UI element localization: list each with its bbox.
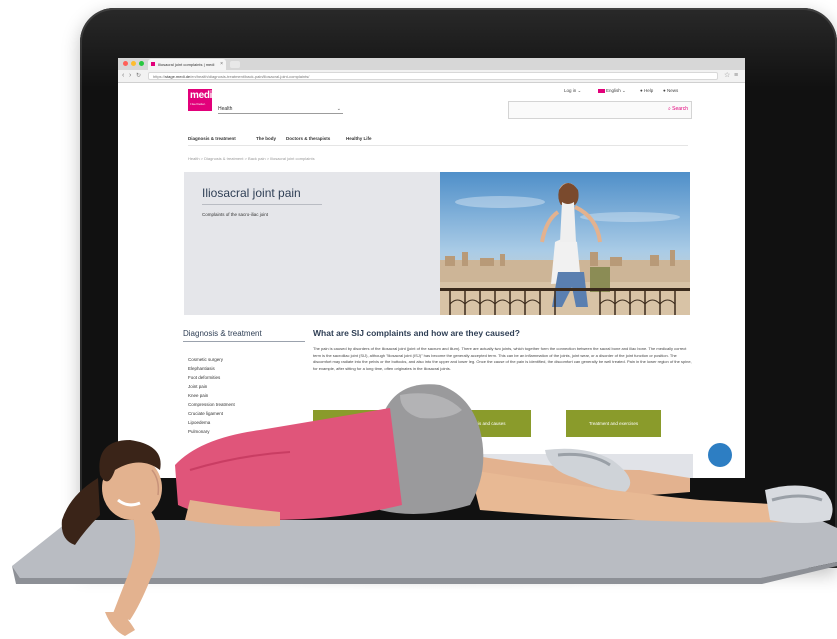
woman-stretching-on-mat xyxy=(12,384,837,636)
